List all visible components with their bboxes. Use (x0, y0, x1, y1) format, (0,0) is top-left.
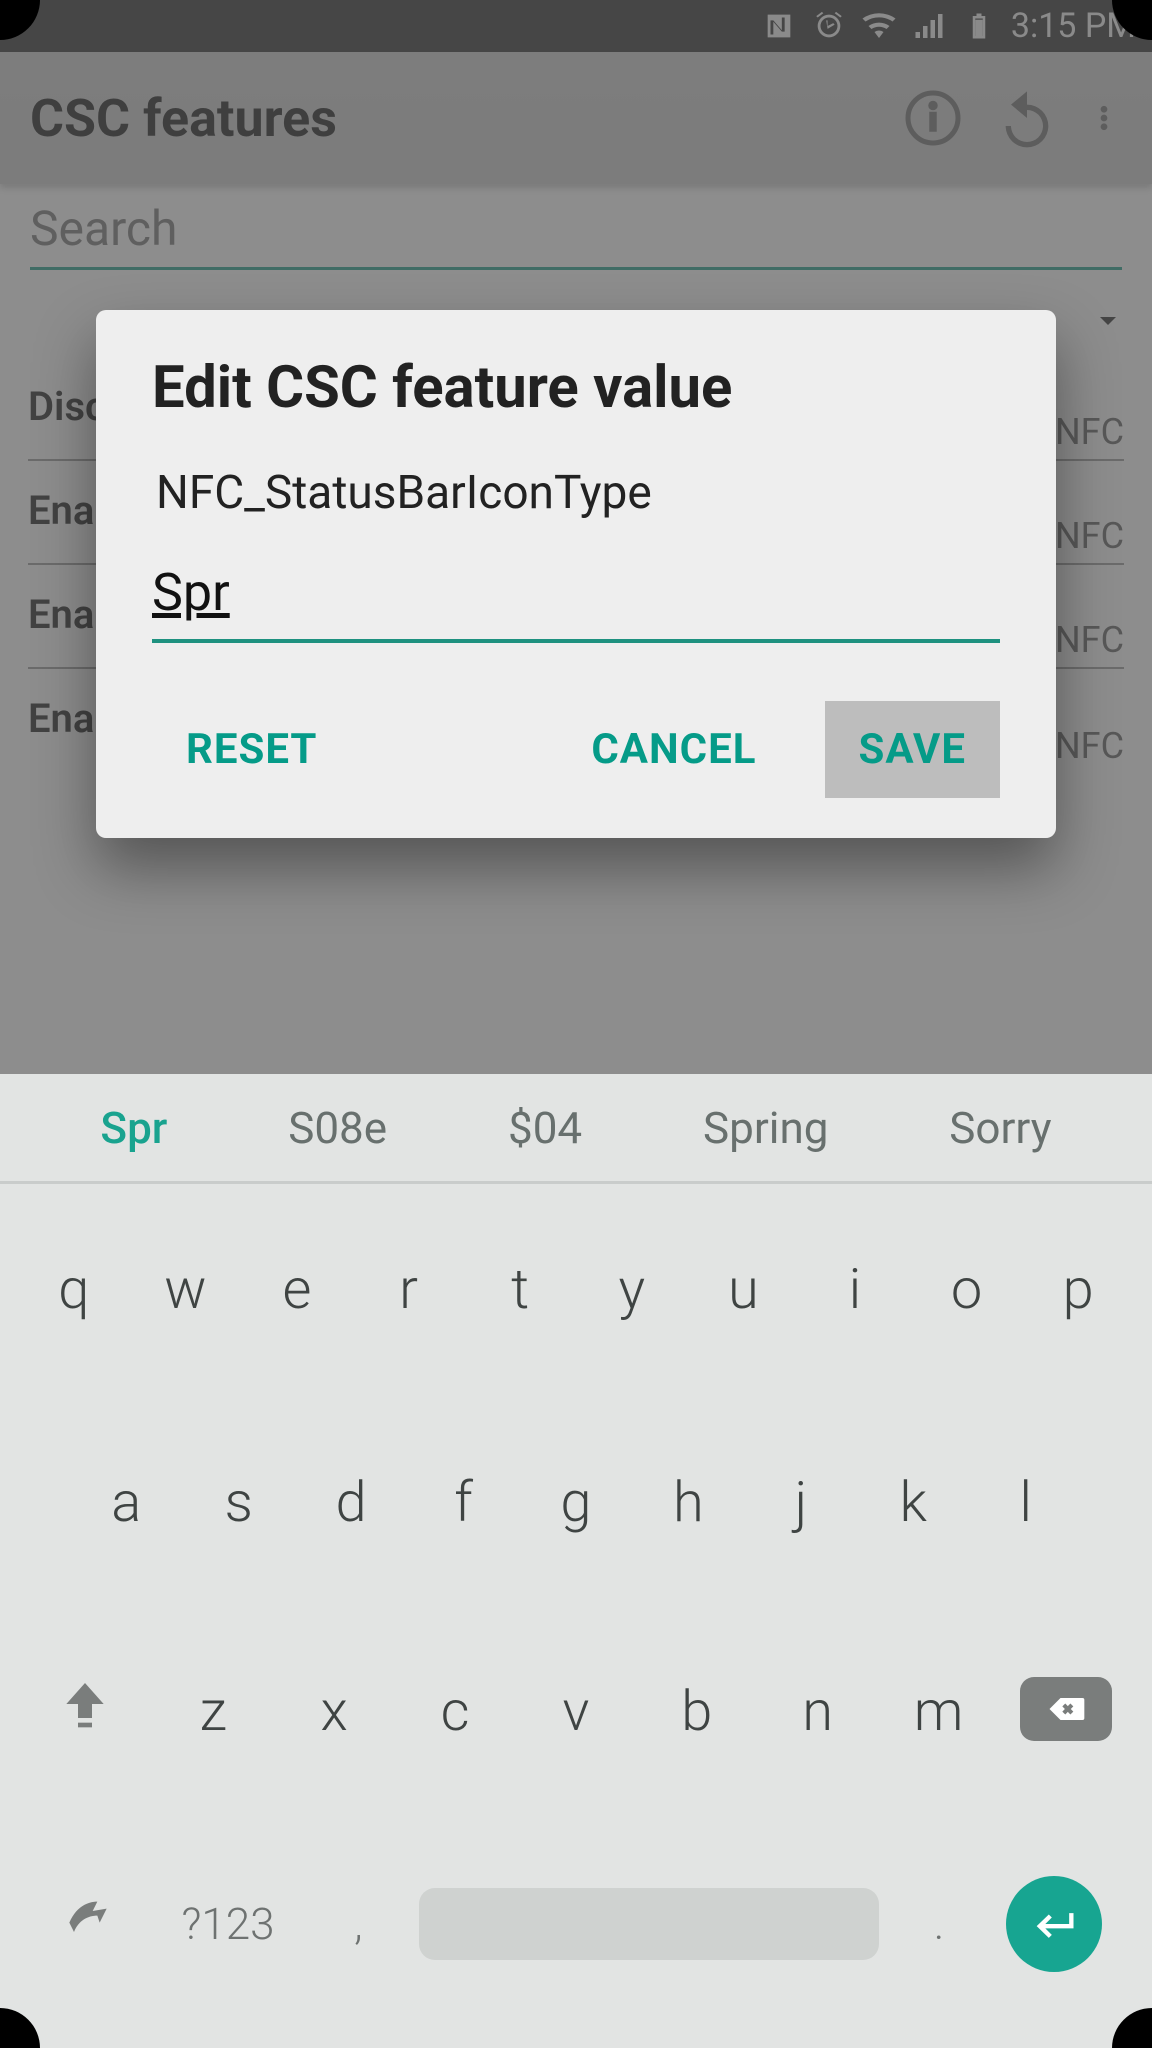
key-h[interactable]: h (640, 1443, 736, 1561)
suggestion-bar: Spr S08e $04 Spring Sorry (0, 1074, 1152, 1184)
suggestion[interactable]: Spring (703, 1102, 828, 1154)
key-t[interactable]: t (472, 1230, 568, 1348)
enter-key[interactable] (999, 1850, 1109, 1998)
key-c[interactable]: c (407, 1652, 503, 1770)
key-u[interactable]: u (695, 1230, 791, 1348)
backspace-icon (1020, 1677, 1112, 1741)
key-p[interactable]: p (1030, 1230, 1126, 1348)
key-z[interactable]: z (165, 1652, 261, 1770)
key-a[interactable]: a (78, 1443, 174, 1561)
space-key[interactable] (419, 1888, 879, 1960)
key-n[interactable]: n (770, 1652, 866, 1770)
shift-key[interactable] (30, 1650, 140, 1772)
key-o[interactable]: o (919, 1230, 1015, 1348)
suggestion[interactable]: Sorry (949, 1102, 1051, 1154)
suggestion[interactable]: Spr (100, 1102, 167, 1154)
key-e[interactable]: e (249, 1230, 345, 1348)
key-i[interactable]: i (807, 1230, 903, 1348)
period-key[interactable]: . (904, 1872, 974, 1976)
key-j[interactable]: j (753, 1443, 849, 1561)
symbols-key[interactable]: ?123 (158, 1872, 298, 1976)
key-k[interactable]: k (865, 1443, 961, 1561)
cancel-button[interactable]: CANCEL (557, 701, 790, 798)
edit-feature-dialog: Edit CSC feature value NFC_StatusBarIcon… (96, 310, 1056, 838)
key-g[interactable]: g (528, 1443, 624, 1561)
enter-icon (1006, 1876, 1102, 1972)
backspace-key[interactable] (1011, 1651, 1121, 1771)
key-q[interactable]: q (26, 1230, 122, 1348)
key-y[interactable]: y (584, 1230, 680, 1348)
save-button[interactable]: SAVE (825, 701, 1001, 798)
soft-keyboard: Spr S08e $04 Spring Sorry q w e r t y u … (0, 1074, 1152, 2048)
key-l[interactable]: l (978, 1443, 1074, 1561)
key-s[interactable]: s (191, 1443, 287, 1561)
swipe-key[interactable] (43, 1864, 133, 1983)
key-r[interactable]: r (361, 1230, 457, 1348)
dialog-feature-name: NFC_StatusBarIconType (152, 466, 1000, 520)
suggestion[interactable]: S08e (288, 1102, 387, 1154)
dialog-title: Edit CSC feature value (152, 354, 1000, 422)
comma-key[interactable]: , (323, 1872, 393, 1976)
key-f[interactable]: f (416, 1443, 512, 1561)
key-b[interactable]: b (649, 1652, 745, 1770)
key-v[interactable]: v (528, 1652, 624, 1770)
key-w[interactable]: w (137, 1230, 233, 1348)
key-m[interactable]: m (891, 1652, 987, 1770)
key-d[interactable]: d (303, 1443, 399, 1561)
reset-button[interactable]: RESET (152, 701, 351, 798)
suggestion[interactable]: $04 (508, 1102, 582, 1154)
feature-value-input[interactable] (152, 554, 1000, 643)
key-x[interactable]: x (286, 1652, 382, 1770)
